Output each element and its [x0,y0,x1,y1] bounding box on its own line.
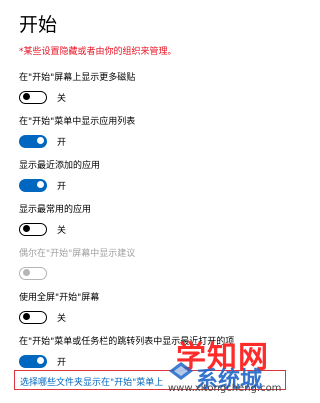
toggle-most-used[interactable] [19,222,47,236]
toggle-knob [36,181,44,188]
toggle-state-label: 关 [57,93,67,104]
toggle-state-label: 开 [57,181,67,192]
setting-app-list: 在"开始"菜单中显示应用列表 开 [19,116,289,149]
setting-label: 显示最常用的应用 [19,205,92,215]
toggle-knob [36,137,44,144]
setting-label: 在"开始"屏幕上显示更多磁贴 [19,73,136,83]
managed-warning: *某些设置隐藏或者由你的组织来管理。 [19,47,177,57]
watermark-url: www.xitongcheng.com [168,383,282,394]
toggle-knob [22,269,30,276]
toggle-state-label: 开 [57,137,67,148]
toggle-suggestions [19,266,47,280]
toggle-knob [22,93,30,100]
toggle-recently-added[interactable] [19,178,47,192]
setting-recently-added: 显示最近添加的应用 开 [19,160,289,193]
page-title: 开始 [19,14,58,36]
toggle-state-label: 关 [57,225,67,236]
setting-more-tiles: 在"开始"屏幕上显示更多磁贴 关 [19,72,289,105]
toggle-jump-list-recent[interactable] [19,354,47,368]
toggle-state-label: 关 [57,313,67,324]
setting-label: 在"开始"菜单中显示应用列表 [19,117,136,127]
setting-fullscreen-start: 使用全屏"开始"屏幕 关 [19,292,289,325]
toggle-knob [22,225,30,232]
toggle-app-list[interactable] [19,134,47,148]
toggle-state-label: 开 [57,357,67,368]
toggle-fullscreen-start[interactable] [19,310,47,324]
choose-folders-link[interactable]: 选择哪些文件夹显示在"开始"菜单上 [20,375,163,388]
toggle-more-tiles[interactable] [19,90,47,104]
watermark-logo-icon [169,362,193,380]
setting-label: 显示最近添加的应用 [19,161,101,171]
toggle-knob [36,357,44,364]
setting-label: 偶尔在"开始"屏幕中显示建议 [19,249,136,259]
toggle-knob [22,313,30,320]
setting-label: 使用全屏"开始"屏幕 [19,293,100,303]
setting-suggestions: 偶尔在"开始"屏幕中显示建议 [19,248,289,281]
setting-most-used: 显示最常用的应用 关 [19,204,289,237]
